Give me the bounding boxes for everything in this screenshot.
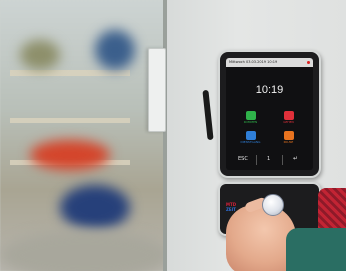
status-text: Mittwoch 03.03.2019 10:19: [229, 60, 278, 64]
wall-bracket: [148, 48, 166, 132]
clock-display: 10:19: [255, 84, 284, 96]
errand-label: DIENSTGANG: [240, 140, 261, 144]
blurred-object: [30, 140, 110, 170]
check-in-label: KOMMEN: [243, 120, 258, 124]
errand-icon: [245, 131, 256, 140]
rfid-fob-icon: [262, 194, 284, 216]
keypad-row: ESC 1 ↵: [226, 153, 313, 167]
walk-in-icon: [245, 111, 256, 120]
break-label: PAUSE: [283, 140, 294, 144]
walk-out-icon: [283, 111, 294, 120]
photo-scene: Mittwoch 03.03.2019 10:19 10:19 KOMMEN G…: [0, 0, 346, 271]
enter-button[interactable]: ↵: [293, 155, 298, 162]
status-indicator-icon: [307, 61, 310, 64]
divider: [282, 155, 283, 165]
wall-edge: [163, 0, 167, 271]
shelf: [10, 118, 130, 123]
blurred-object: [95, 30, 135, 70]
blurred-object: [20, 40, 60, 70]
check-out-button[interactable]: GEHEN: [272, 110, 305, 127]
terminal-screen: Mittwoch 03.03.2019 10:19 10:19 KOMMEN G…: [226, 58, 313, 170]
divider: [256, 155, 257, 165]
action-button-grid: KOMMEN GEHEN DIENSTGANG PAUSE: [234, 110, 305, 148]
esc-button[interactable]: ESC: [238, 156, 248, 162]
shelf: [10, 70, 130, 76]
break-icon: [283, 131, 294, 140]
blurred-chair: [60, 185, 130, 230]
errand-button[interactable]: DIENSTGANG: [234, 130, 267, 147]
one-button[interactable]: 1: [267, 156, 270, 162]
check-in-button[interactable]: KOMMEN: [234, 110, 267, 127]
break-button[interactable]: PAUSE: [272, 130, 305, 147]
check-out-label: GEHEN: [283, 120, 294, 124]
green-sleeve: [286, 228, 346, 271]
time-terminal: Mittwoch 03.03.2019 10:19 10:19 KOMMEN G…: [218, 50, 321, 178]
reader-logo: MTD ZEIT: [226, 202, 236, 212]
status-bar: Mittwoch 03.03.2019 10:19: [226, 58, 313, 67]
